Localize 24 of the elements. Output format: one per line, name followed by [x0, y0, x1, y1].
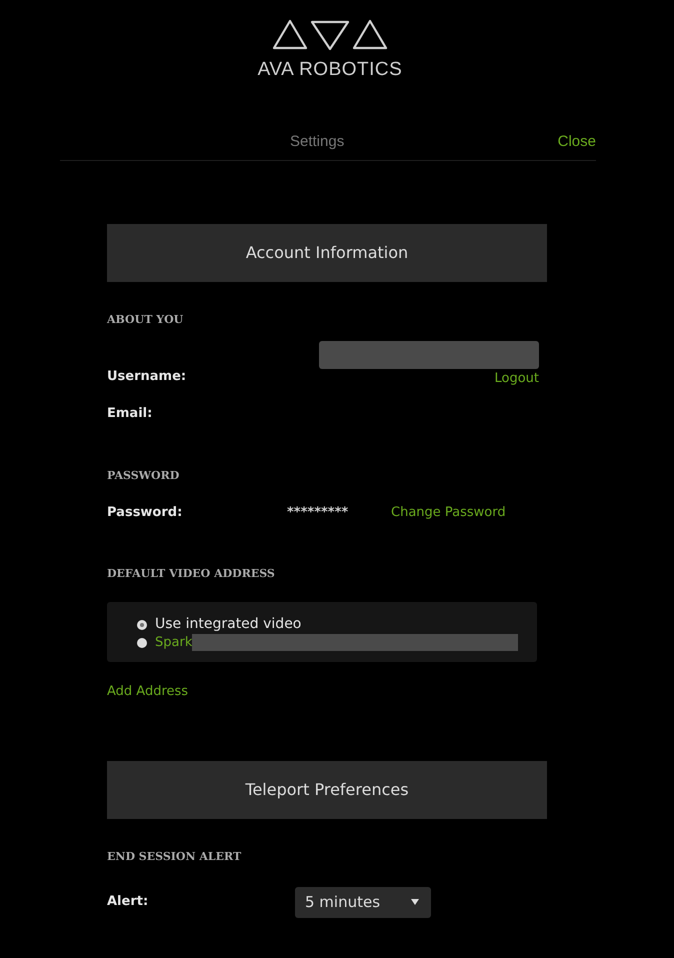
section-heading: ABOUT YOU — [107, 312, 184, 328]
section-heading: DEFAULT VIDEO ADDRESS — [107, 566, 276, 582]
caret-icon — [411, 899, 419, 905]
field-label: Email: — [107, 404, 154, 422]
field-label: Username: — [107, 368, 188, 386]
password-value: ********* — [287, 504, 350, 522]
close-link[interactable]: Close — [558, 131, 596, 154]
section-header: Teleport Preferences — [107, 761, 547, 819]
section-heading: END SESSION ALERT — [107, 849, 242, 865]
logo-text: AVA ROBOTICS — [258, 60, 402, 79]
field-label: Alert: — [107, 893, 150, 912]
logo-triangles-icon — [272, 18, 388, 52]
radio-button[interactable] — [137, 620, 147, 630]
section-header: Account Information — [107, 224, 547, 282]
option-label: Use integrated video — [155, 615, 302, 634]
alert-dropdown[interactable]: 5 minutes — [295, 886, 431, 918]
logout-link[interactable]: Logout — [494, 368, 539, 388]
change-password-link[interactable]: Change Password — [391, 502, 506, 522]
add-address-link[interactable]: Add Address — [107, 682, 188, 701]
radio-button[interactable] — [137, 638, 147, 648]
section-heading: PASSWORD — [107, 468, 180, 484]
field-label: Password: — [107, 504, 184, 522]
page-title: Settings — [290, 132, 344, 152]
address-link[interactable]: Spark — [155, 632, 192, 652]
